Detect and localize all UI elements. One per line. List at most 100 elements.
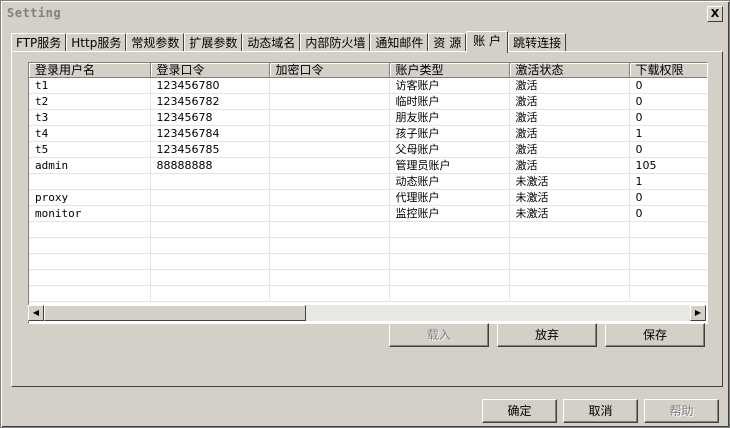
scroll-right-button[interactable]: ▶ (690, 305, 706, 321)
tab-7[interactable]: 资 源 (428, 33, 467, 52)
table-cell[interactable] (29, 285, 151, 302)
table-cell[interactable]: 未激活 (509, 205, 630, 222)
table-cell[interactable]: 监控账户 (389, 205, 510, 222)
table-row[interactable]: t1 123456780 访客账户 激活 0 (29, 77, 707, 94)
table-cell[interactable] (29, 173, 151, 190)
table-cell[interactable]: 123456785 (150, 141, 270, 158)
table-cell[interactable]: 0 (629, 93, 707, 110)
table-cell[interactable]: 105 (629, 157, 707, 174)
table-cell[interactable] (269, 125, 390, 142)
column-header[interactable]: 登录口令 (150, 63, 270, 78)
cancel-button[interactable]: 取消 (563, 399, 638, 423)
table-cell[interactable] (29, 253, 151, 270)
table-cell[interactable]: proxy (29, 189, 151, 206)
table-cell[interactable] (150, 205, 270, 222)
table-row[interactable]: 动态账户 未激活 1 (29, 173, 707, 190)
table-cell[interactable]: 未激活 (509, 189, 630, 206)
horizontal-scrollbar[interactable]: ◀ ▶ (28, 305, 706, 321)
table-row[interactable] (29, 285, 707, 302)
table-cell[interactable] (269, 77, 390, 94)
table-cell[interactable]: 123456784 (150, 125, 270, 142)
table-cell[interactable]: 0 (629, 77, 707, 94)
table-cell[interactable] (269, 237, 390, 254)
table-cell[interactable]: 朋友账户 (389, 109, 510, 126)
table-cell[interactable] (269, 205, 390, 222)
table-cell[interactable] (269, 269, 390, 286)
table-cell[interactable] (269, 157, 390, 174)
column-header[interactable]: 激活状态 (509, 63, 630, 78)
table-cell[interactable]: 父母账户 (389, 141, 510, 158)
table-row[interactable] (29, 221, 707, 238)
table-cell[interactable] (150, 285, 270, 302)
title-bar[interactable]: Setting X (3, 3, 727, 23)
table-cell[interactable]: 临时账户 (389, 93, 510, 110)
table-cell[interactable]: 孩子账户 (389, 125, 510, 142)
table-cell[interactable] (269, 253, 390, 270)
table-cell[interactable]: t5 (29, 141, 151, 158)
tab-5[interactable]: 内部防火墙 (300, 33, 371, 52)
table-row[interactable]: t2 123456782 临时账户 激活 0 (29, 93, 707, 110)
column-header[interactable]: 登录用户名 (29, 63, 151, 78)
table-cell[interactable] (389, 269, 510, 286)
accounts-grid[interactable]: 登录用户名 登录口令 加密口令 账户类型 激活状态 下载权限 t1 123456780 访客账… (28, 62, 708, 324)
table-cell[interactable] (29, 237, 151, 254)
table-cell[interactable]: 0 (629, 189, 707, 206)
table-cell[interactable] (150, 189, 270, 206)
table-cell[interactable] (629, 285, 707, 302)
table-cell[interactable]: 访客账户 (389, 77, 510, 94)
table-cell[interactable] (629, 221, 707, 238)
table-cell[interactable] (150, 221, 270, 238)
table-cell[interactable] (389, 237, 510, 254)
table-cell[interactable]: 动态账户 (389, 173, 510, 190)
table-cell[interactable]: 管理员账户 (389, 157, 510, 174)
table-cell[interactable]: t1 (29, 77, 151, 94)
table-row[interactable]: t5 123456785 父母账户 激活 0 (29, 141, 707, 158)
table-cell[interactable] (269, 221, 390, 238)
table-cell[interactable] (269, 173, 390, 190)
table-cell[interactable]: 1 (629, 173, 707, 190)
table-row[interactable] (29, 269, 707, 286)
table-cell[interactable] (150, 173, 270, 190)
table-row[interactable] (29, 253, 707, 270)
table-cell[interactable] (509, 285, 630, 302)
tab-2[interactable]: 常规参数 (126, 33, 185, 52)
save-button[interactable]: 保存 (605, 323, 705, 347)
table-cell[interactable] (629, 253, 707, 270)
ok-button[interactable]: 确定 (482, 399, 557, 423)
table-row[interactable]: proxy 代理账户 未激活 0 (29, 189, 707, 206)
table-cell[interactable] (269, 109, 390, 126)
tab-8[interactable]: 账 户 (466, 31, 509, 53)
table-cell[interactable]: 123456780 (150, 77, 270, 94)
column-header[interactable]: 下载权限 (629, 63, 707, 78)
close-button[interactable]: X (707, 6, 723, 22)
table-cell[interactable]: 123456782 (150, 93, 270, 110)
table-cell[interactable]: 代理账户 (389, 189, 510, 206)
table-row[interactable] (29, 237, 707, 254)
table-cell[interactable]: monitor (29, 205, 151, 222)
table-cell[interactable] (509, 237, 630, 254)
table-cell[interactable]: admin (29, 157, 151, 174)
column-header[interactable]: 加密口令 (269, 63, 390, 78)
table-cell[interactable] (269, 93, 390, 110)
table-cell[interactable]: 0 (629, 141, 707, 158)
table-cell[interactable]: 激活 (509, 109, 630, 126)
table-cell[interactable]: 激活 (509, 93, 630, 110)
table-cell[interactable]: 激活 (509, 125, 630, 142)
table-cell[interactable] (269, 189, 390, 206)
table-cell[interactable]: t4 (29, 125, 151, 142)
table-cell[interactable] (150, 269, 270, 286)
table-cell[interactable] (150, 253, 270, 270)
tab-6[interactable]: 通知邮件 (370, 33, 429, 52)
table-cell[interactable] (150, 237, 270, 254)
help-button[interactable]: 帮助 (644, 399, 719, 423)
table-cell[interactable] (269, 285, 390, 302)
scroll-left-button[interactable]: ◀ (28, 305, 44, 321)
tab-1[interactable]: Http服务 (66, 33, 127, 52)
table-cell[interactable] (509, 253, 630, 270)
table-cell[interactable]: 0 (629, 205, 707, 222)
table-cell[interactable]: 激活 (509, 157, 630, 174)
table-cell[interactable]: 0 (629, 109, 707, 126)
table-cell[interactable] (29, 221, 151, 238)
load-button[interactable]: 载入 (389, 323, 489, 347)
table-row[interactable]: monitor 监控账户 未激活 0 (29, 205, 707, 222)
